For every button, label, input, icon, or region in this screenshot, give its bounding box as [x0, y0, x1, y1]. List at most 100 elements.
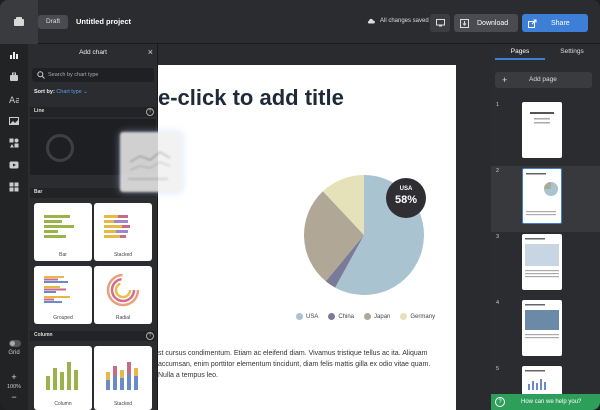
dragged-chart-preview[interactable]	[120, 132, 182, 192]
body-text[interactable]: st cursus condimentum. Etiam ac eleifend…	[158, 348, 448, 381]
panel-title: Add chart	[79, 49, 107, 56]
plus-icon: +	[502, 75, 508, 85]
shapes-icon[interactable]	[9, 138, 19, 148]
save-status: All changes saved	[367, 17, 429, 24]
legend-item-china: China	[328, 313, 354, 320]
zoom-in-button[interactable]: +	[0, 372, 28, 382]
section-header-line: Line ?	[30, 107, 156, 117]
help-text: How can we help you?	[521, 399, 582, 405]
apps-icon[interactable]	[9, 182, 19, 192]
chart-icon[interactable]	[9, 50, 19, 60]
title-placeholder[interactable]: e-click to add title	[158, 85, 456, 111]
app-logo-icon	[14, 17, 24, 26]
left-toolbar: Aa Grid + 100% −	[0, 44, 28, 410]
chart-card-stacked-column[interactable]: Stacked	[94, 346, 152, 410]
zoom-out-button[interactable]: −	[0, 392, 28, 402]
grid-toggle[interactable]	[9, 340, 21, 347]
tab-settings[interactable]: Settings	[547, 44, 597, 60]
search-icon	[37, 71, 45, 79]
project-title[interactable]: Untitled project	[76, 17, 131, 26]
page-2-preview-icon	[526, 173, 558, 216]
pages-panel: Pages Settings + Add page 1 2 3 4 5	[491, 44, 600, 410]
line-chart-preview-icon	[128, 151, 171, 180]
present-button[interactable]	[430, 14, 450, 32]
stacked-column-thumbnail-icon	[106, 362, 138, 390]
chart-card-bar[interactable]: Bar	[34, 203, 92, 261]
share-icon	[528, 19, 537, 28]
badge-label: USA	[399, 186, 413, 192]
monitor-icon	[435, 19, 445, 27]
page-1-preview-icon	[530, 112, 554, 124]
card-label: Column	[54, 401, 72, 407]
legend-swatch	[364, 313, 372, 320]
page-thumbnail[interactable]	[522, 168, 562, 224]
search-input[interactable]	[48, 68, 150, 82]
sort-by-dropdown[interactable]: Chart type ⌄	[56, 89, 88, 95]
chart-card-stacked-bar[interactable]: Stacked	[94, 203, 152, 261]
highlight-badge: USA 58%	[386, 178, 426, 218]
add-page-button[interactable]: + Add page	[495, 72, 592, 88]
stacked-bar-thumbnail-icon	[104, 215, 130, 238]
page-4-preview-icon	[525, 304, 559, 339]
page-thumbnail-row[interactable]: 1	[491, 100, 600, 166]
legend-label: USA	[306, 313, 319, 320]
cloud-icon	[367, 18, 375, 24]
help-icon: ?	[495, 397, 505, 407]
legend-label: Japan	[374, 313, 391, 320]
share-button[interactable]: Share	[522, 14, 588, 32]
page-thumbnail[interactable]	[522, 366, 562, 396]
section-label: Line	[34, 108, 45, 114]
page-thumbnail-row[interactable]: 4	[491, 298, 600, 364]
svg-text:Aa: Aa	[9, 96, 19, 104]
card-label: Stacked	[113, 401, 133, 407]
grid-label: Grid	[8, 350, 20, 356]
download-button[interactable]: Download	[454, 14, 518, 32]
download-icon	[460, 18, 469, 28]
page-thumbnail-row-selected[interactable]: 2	[491, 166, 600, 232]
image-icon[interactable]	[9, 116, 19, 126]
help-icon[interactable]: ?	[146, 108, 154, 116]
page-thumbnail-row[interactable]: 3	[491, 232, 600, 298]
page-number: 4	[496, 300, 500, 306]
card-label: Grouped	[53, 315, 73, 321]
page-number: 3	[496, 234, 500, 240]
draft-badge[interactable]: Draft	[38, 15, 69, 29]
search-box	[32, 68, 154, 82]
legend-label: Germany	[410, 313, 436, 320]
help-chat-button[interactable]: ? How can we help you?	[491, 394, 600, 410]
close-icon[interactable]: ×	[148, 47, 153, 57]
add-page-label: Add page	[529, 76, 557, 83]
chart-card-radial[interactable]: Radial	[94, 266, 152, 324]
column-chart-thumbnail-icon	[46, 362, 78, 390]
page-number: 2	[496, 168, 500, 174]
chart-card-column[interactable]: Column	[34, 346, 92, 410]
video-icon[interactable]	[9, 160, 19, 170]
top-bar: Draft Untitled project All changes saved…	[0, 0, 600, 44]
chart-card-grouped-bar[interactable]: Grouped	[34, 266, 92, 324]
share-label: Share	[551, 19, 570, 27]
app-window: Draft Untitled project All changes saved…	[0, 0, 600, 410]
page-3-preview-icon	[525, 238, 559, 278]
slide-page[interactable]: e-click to add title USA 58% USA China J…	[158, 65, 456, 410]
briefcase-icon[interactable]	[9, 72, 19, 82]
legend-swatch	[296, 313, 303, 320]
save-status-text: All changes saved	[380, 17, 429, 24]
help-icon[interactable]: ?	[146, 332, 154, 340]
card-label: Bar	[59, 252, 67, 258]
page-thumbnail[interactable]	[522, 234, 562, 290]
legend-item-japan: Japan	[364, 313, 390, 320]
card-label: Stacked	[113, 252, 133, 258]
page-thumbnail[interactable]	[522, 300, 562, 356]
section-header-column: Column ?	[30, 331, 156, 341]
section-label: Column	[34, 332, 53, 338]
grouped-bar-thumbnail-icon	[44, 276, 70, 303]
page-thumbnail[interactable]	[522, 102, 562, 158]
logo[interactable]	[0, 0, 38, 44]
page-5-preview-icon	[525, 370, 546, 390]
page-number: 5	[496, 366, 500, 372]
loading-spinner-icon	[46, 134, 74, 162]
legend-item-usa: USA	[296, 313, 318, 320]
zoom-level: 100%	[6, 384, 22, 390]
tab-pages[interactable]: Pages	[495, 44, 545, 60]
text-icon[interactable]: Aa	[9, 94, 19, 104]
